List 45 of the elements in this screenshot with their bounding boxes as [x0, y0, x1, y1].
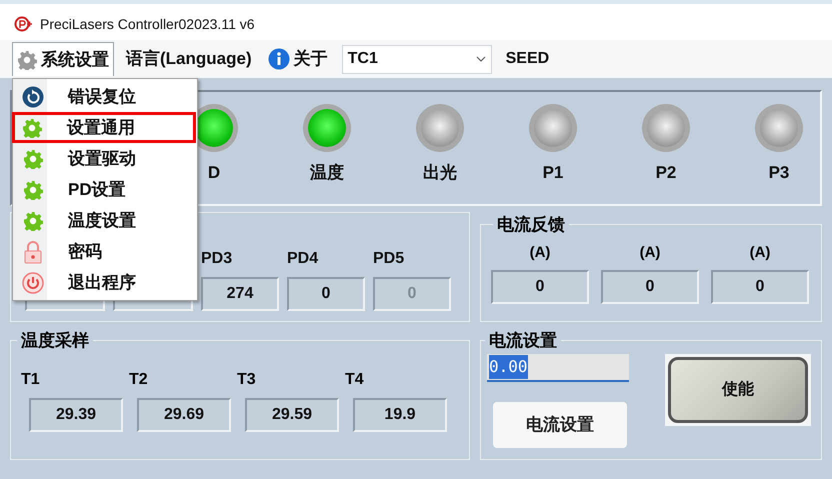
sensor-label: T4: [345, 370, 365, 390]
window-title: PreciLasers Controller02023.11 v6: [40, 14, 255, 34]
menu-item[interactable]: 语言(Language): [122, 42, 256, 76]
readout-field: 29.39: [29, 398, 123, 432]
readout-field: 29.59: [245, 398, 339, 432]
readout-field: 0: [287, 277, 365, 311]
unit-label: (A): [640, 242, 660, 262]
enable-button[interactable]: 使能: [668, 356, 808, 422]
group-title: 电流设置: [488, 330, 558, 352]
pd-label: PD5: [373, 249, 406, 269]
indicator-label: D: [208, 162, 220, 184]
readout-field: 0: [491, 270, 589, 304]
readout-field: 19.9: [353, 398, 447, 432]
pd-label: PD4: [287, 249, 320, 269]
dropdown-item[interactable]: 错误复位: [13, 81, 197, 112]
sensor-label: T3: [237, 370, 257, 390]
readout-field: 29.69: [137, 398, 231, 432]
indicator-label: 出光: [423, 162, 457, 184]
channel-dropdown[interactable]: TC1: [342, 44, 492, 74]
mode-label: SEED: [506, 49, 550, 69]
indicator-label: P1: [542, 162, 564, 184]
menu-item[interactable]: 关于: [264, 42, 332, 76]
indicator-label: P2: [656, 162, 676, 184]
unit-label: (A): [530, 242, 550, 262]
indicator-label: P3: [768, 162, 790, 184]
sensor-label: T2: [129, 370, 149, 390]
dropdown-item[interactable]: PD设置: [13, 174, 197, 205]
dropdown-item[interactable]: 密码: [13, 236, 197, 267]
dropdown-item[interactable]: 设置驱动: [13, 143, 197, 174]
readout-field: 274: [201, 277, 279, 311]
current-input[interactable]: 0.00: [487, 354, 629, 382]
dropdown-item[interactable]: 温度设置: [13, 205, 197, 236]
pd-label: PD3: [201, 249, 234, 269]
set-current-button[interactable]: 电流设置: [493, 402, 627, 448]
dropdown-item[interactable]: 退出程序: [13, 267, 197, 298]
group-title: 温度采样: [20, 330, 90, 352]
indicator-label: 温度: [310, 162, 344, 184]
readout-field: 0: [711, 270, 809, 304]
group-title: 电流反馈: [496, 214, 566, 236]
readout-field: 0: [373, 277, 451, 311]
menu-item[interactable]: 系统设置: [12, 42, 114, 76]
dropdown-item[interactable]: 设置通用: [12, 112, 196, 143]
unit-label: (A): [750, 242, 770, 262]
readout-field: 0: [601, 270, 699, 304]
sensor-label: T1: [21, 370, 41, 390]
